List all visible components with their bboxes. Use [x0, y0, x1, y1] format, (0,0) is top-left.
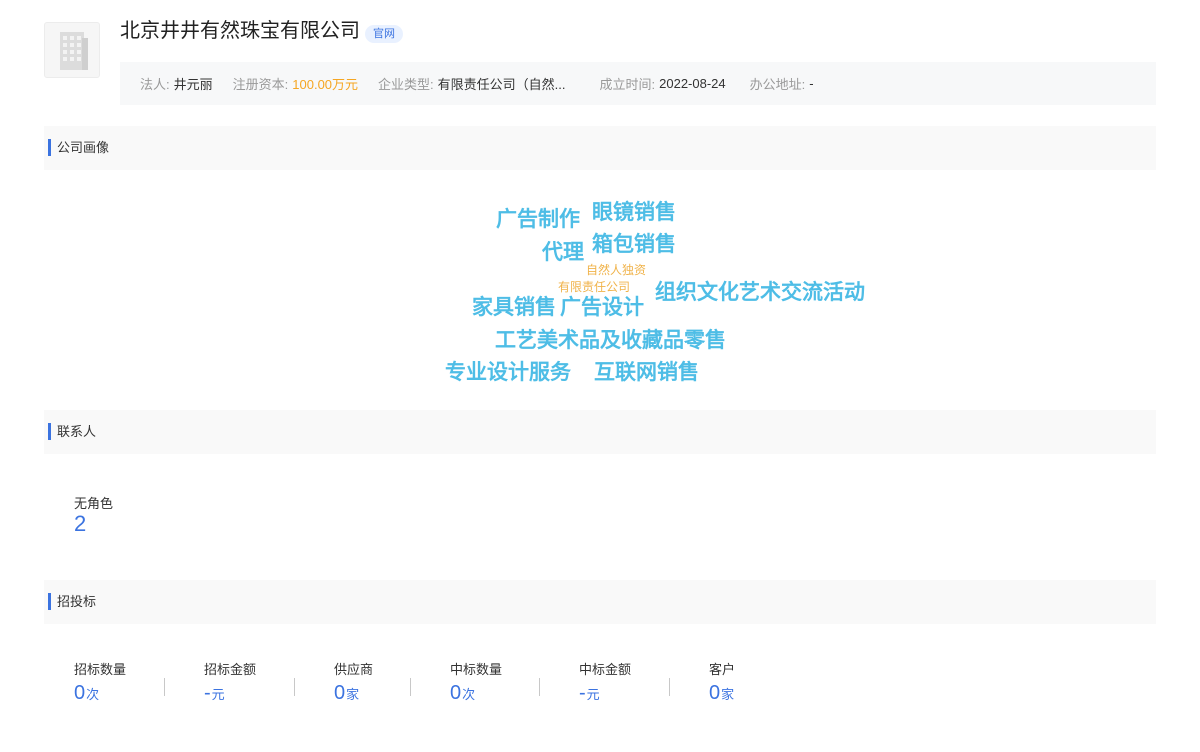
stat-label: 中标数量 [450, 662, 503, 677]
stat-winning-amount[interactable]: 中标金额 -元 [579, 660, 631, 708]
word-cloud-term: 专业设计服务 [445, 361, 571, 384]
section-accent-bar [48, 423, 51, 440]
contact-role-label: 无角色 [74, 496, 114, 511]
stat-value: 0 [74, 682, 86, 704]
stat-unit: 元 [211, 687, 225, 702]
stat-suppliers[interactable]: 供应商 0家 [334, 660, 373, 708]
word-cloud-term: 互联网销售 [594, 361, 699, 384]
stat-tender-count[interactable]: 招标数量 0次 [74, 660, 126, 708]
stat-tender-amount[interactable]: 招标金额 -元 [204, 660, 256, 708]
stat-unit: 次 [462, 687, 476, 702]
stat-value: 0 [709, 682, 721, 704]
contact-role-count[interactable]: 2 [74, 511, 86, 537]
stat-unit: 家 [346, 687, 360, 702]
stat-value: - [579, 682, 586, 704]
section-header-bidding: 招投标 [44, 580, 1156, 624]
stat-label: 客户 [709, 662, 736, 677]
word-cloud-term: 组织文化艺术交流活动 [655, 281, 865, 304]
stat-divider [539, 678, 540, 696]
word-cloud-term: 代理 [542, 241, 584, 264]
bidding-stats: 招标数量 0次 招标金额 -元 供应商 0家 中标数量 0次 中标金额 -元 客… [0, 660, 1200, 710]
section-title-contacts: 联系人 [57, 424, 97, 439]
stat-unit: 家 [721, 687, 735, 702]
stat-unit: 元 [586, 687, 600, 702]
stat-label: 供应商 [334, 662, 374, 677]
stat-value: 0 [450, 682, 462, 704]
word-cloud-term: 自然人独资 [586, 263, 647, 277]
word-cloud-term: 工艺美术品及收藏品零售 [495, 329, 726, 352]
stat-label: 中标金额 [579, 662, 632, 677]
section-accent-bar [48, 593, 51, 610]
word-cloud-term: 广告制作 [496, 208, 580, 231]
stat-winning-count[interactable]: 中标数量 0次 [450, 660, 502, 708]
stat-divider [410, 678, 411, 696]
word-cloud-term: 箱包销售 [592, 233, 676, 256]
stat-divider [164, 678, 165, 696]
company-word-cloud: 广告制作 眼镜销售 代理 箱包销售 自然人独资 有限责任公司 家具销售 广告设计… [0, 0, 1200, 400]
word-cloud-term: 眼镜销售 [592, 201, 676, 224]
stat-label: 招标数量 [74, 662, 127, 677]
stat-divider [669, 678, 670, 696]
word-cloud-term: 广告设计 [560, 296, 644, 319]
word-cloud-term: 家具销售 [472, 296, 556, 319]
stat-value: - [204, 682, 211, 704]
word-cloud-term: 有限责任公司 [558, 280, 631, 294]
stat-label: 招标金额 [204, 662, 257, 677]
section-title-bidding: 招投标 [57, 594, 97, 609]
stat-customers[interactable]: 客户 0家 [709, 660, 735, 708]
stat-value: 0 [334, 682, 346, 704]
stat-divider [294, 678, 295, 696]
stat-unit: 次 [86, 687, 100, 702]
section-header-contacts: 联系人 [44, 410, 1156, 454]
